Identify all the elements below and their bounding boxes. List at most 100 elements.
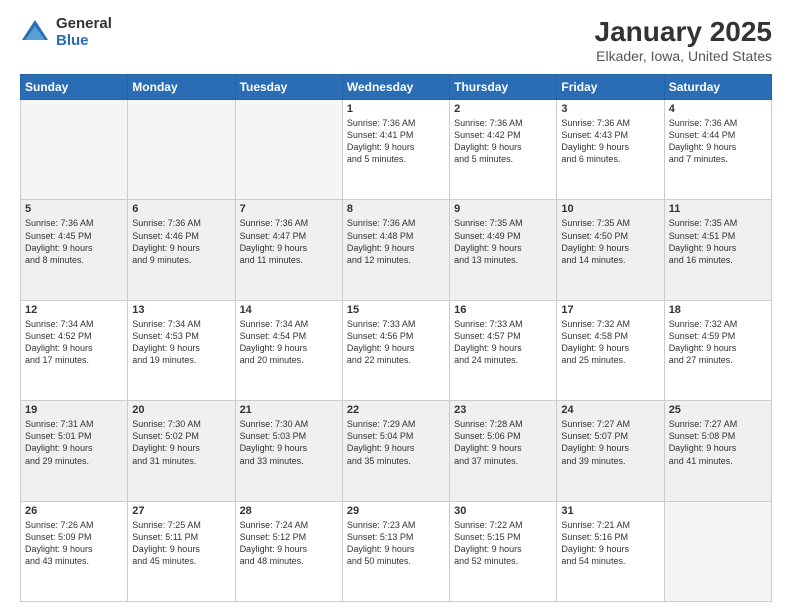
day-number: 29	[347, 505, 445, 517]
day-info: Sunrise: 7:36 AM Sunset: 4:41 PM Dayligh…	[347, 117, 445, 166]
header-saturday: Saturday	[664, 75, 771, 100]
table-row: 1 Sunrise: 7:36 AM Sunset: 4:41 PM Daylig…	[342, 100, 449, 200]
day-info: Sunrise: 7:36 AM Sunset: 4:48 PM Dayligh…	[347, 217, 445, 266]
logo-general: General	[56, 16, 112, 33]
day-info: Sunrise: 7:22 AM Sunset: 5:15 PM Dayligh…	[454, 519, 552, 568]
day-info: Sunrise: 7:23 AM Sunset: 5:13 PM Dayligh…	[347, 519, 445, 568]
header-tuesday: Tuesday	[235, 75, 342, 100]
page-container: General Blue January 2025 Elkader, Iowa,…	[0, 0, 792, 612]
day-number: 4	[669, 103, 767, 115]
day-number: 28	[240, 505, 338, 517]
logo-icon	[20, 18, 50, 48]
day-number: 11	[669, 203, 767, 215]
day-info: Sunrise: 7:26 AM Sunset: 5:09 PM Dayligh…	[25, 519, 123, 568]
day-info: Sunrise: 7:27 AM Sunset: 5:08 PM Dayligh…	[669, 418, 767, 467]
table-row: 22Sunrise: 7:29 AM Sunset: 5:04 PM Dayli…	[342, 401, 449, 501]
day-info: Sunrise: 7:34 AM Sunset: 4:53 PM Dayligh…	[132, 318, 230, 367]
table-row: 30 Sunrise: 7:22 AM Sunset: 5:15 PM Dayli…	[450, 501, 557, 601]
calendar-header-row: Sunday Monday Tuesday Wednesday Thursday…	[21, 75, 772, 100]
table-row: 12Sunrise: 7:34 AM Sunset: 4:52 PM Dayli…	[21, 300, 128, 400]
day-info: Sunrise: 7:28 AM Sunset: 5:06 PM Dayligh…	[454, 418, 552, 467]
day-number: 13	[132, 304, 230, 316]
day-info: Sunrise: 7:36 AM Sunset: 4:43 PM Dayligh…	[561, 117, 659, 166]
day-number: 30	[454, 505, 552, 517]
header-friday: Friday	[557, 75, 664, 100]
day-number: 25	[669, 404, 767, 416]
day-number: 10	[561, 203, 659, 215]
location-subtitle: Elkader, Iowa, United States	[595, 48, 772, 64]
day-info: Sunrise: 7:24 AM Sunset: 5:12 PM Dayligh…	[240, 519, 338, 568]
table-row	[664, 501, 771, 601]
table-row: 28 Sunrise: 7:24 AM Sunset: 5:12 PM Dayli…	[235, 501, 342, 601]
day-info: Sunrise: 7:36 AM Sunset: 4:44 PM Dayligh…	[669, 117, 767, 166]
table-row: 25 Sunrise: 7:27 AM Sunset: 5:08 PM Dayli…	[664, 401, 771, 501]
table-row: 27 Sunrise: 7:25 AM Sunset: 5:11 PM Dayli…	[128, 501, 235, 601]
day-info: Sunrise: 7:35 AM Sunset: 4:50 PM Dayligh…	[561, 217, 659, 266]
table-row: 14Sunrise: 7:34 AM Sunset: 4:54 PM Dayli…	[235, 300, 342, 400]
week-row-5: 26Sunrise: 7:26 AM Sunset: 5:09 PM Dayli…	[21, 501, 772, 601]
day-info: Sunrise: 7:21 AM Sunset: 5:16 PM Dayligh…	[561, 519, 659, 568]
day-info: Sunrise: 7:35 AM Sunset: 4:49 PM Dayligh…	[454, 217, 552, 266]
day-number: 22	[347, 404, 445, 416]
header: General Blue January 2025 Elkader, Iowa,…	[20, 16, 772, 64]
table-row: 4 Sunrise: 7:36 AM Sunset: 4:44 PM Daylig…	[664, 100, 771, 200]
day-number: 19	[25, 404, 123, 416]
day-info: Sunrise: 7:31 AM Sunset: 5:01 PM Dayligh…	[25, 418, 123, 467]
day-info: Sunrise: 7:32 AM Sunset: 4:58 PM Dayligh…	[561, 318, 659, 367]
table-row: 7 Sunrise: 7:36 AM Sunset: 4:47 PM Daylig…	[235, 200, 342, 300]
header-wednesday: Wednesday	[342, 75, 449, 100]
day-info: Sunrise: 7:36 AM Sunset: 4:47 PM Dayligh…	[240, 217, 338, 266]
day-info: Sunrise: 7:34 AM Sunset: 4:52 PM Dayligh…	[25, 318, 123, 367]
table-row: 6 Sunrise: 7:36 AM Sunset: 4:46 PM Daylig…	[128, 200, 235, 300]
table-row: 21Sunrise: 7:30 AM Sunset: 5:03 PM Dayli…	[235, 401, 342, 501]
table-row: 19 Sunrise: 7:31 AM Sunset: 5:01 PM Dayli…	[21, 401, 128, 501]
table-row: 3Sunrise: 7:36 AM Sunset: 4:43 PM Daylig…	[557, 100, 664, 200]
table-row: 15Sunrise: 7:33 AM Sunset: 4:56 PM Dayli…	[342, 300, 449, 400]
day-number: 18	[669, 304, 767, 316]
day-number: 5	[25, 203, 123, 215]
table-row: 24 Sunrise: 7:27 AM Sunset: 5:07 PM Dayli…	[557, 401, 664, 501]
table-row: 5 Sunrise: 7:36 AM Sunset: 4:45 PM Daylig…	[21, 200, 128, 300]
day-info: Sunrise: 7:25 AM Sunset: 5:11 PM Dayligh…	[132, 519, 230, 568]
logo-blue: Blue	[56, 33, 112, 50]
day-number: 24	[561, 404, 659, 416]
day-number: 1	[347, 103, 445, 115]
logo-text: General Blue	[56, 16, 112, 49]
day-number: 8	[347, 203, 445, 215]
day-number: 20	[132, 404, 230, 416]
table-row: 18 Sunrise: 7:32 AM Sunset: 4:59 PM Dayli…	[664, 300, 771, 400]
week-row-1: 1 Sunrise: 7:36 AM Sunset: 4:41 PM Daylig…	[21, 100, 772, 200]
day-number: 23	[454, 404, 552, 416]
day-number: 7	[240, 203, 338, 215]
table-row: 20 Sunrise: 7:30 AM Sunset: 5:02 PM Dayli…	[128, 401, 235, 501]
day-info: Sunrise: 7:36 AM Sunset: 4:45 PM Dayligh…	[25, 217, 123, 266]
day-info: Sunrise: 7:27 AM Sunset: 5:07 PM Dayligh…	[561, 418, 659, 467]
week-row-3: 12Sunrise: 7:34 AM Sunset: 4:52 PM Dayli…	[21, 300, 772, 400]
day-number: 15	[347, 304, 445, 316]
table-row: 17 Sunrise: 7:32 AM Sunset: 4:58 PM Dayli…	[557, 300, 664, 400]
header-sunday: Sunday	[21, 75, 128, 100]
day-number: 6	[132, 203, 230, 215]
day-info: Sunrise: 7:35 AM Sunset: 4:51 PM Dayligh…	[669, 217, 767, 266]
logo: General Blue	[20, 16, 112, 49]
table-row: 13 Sunrise: 7:34 AM Sunset: 4:53 PM Dayli…	[128, 300, 235, 400]
table-row: 31Sunrise: 7:21 AM Sunset: 5:16 PM Dayli…	[557, 501, 664, 601]
table-row: 23 Sunrise: 7:28 AM Sunset: 5:06 PM Dayli…	[450, 401, 557, 501]
month-year-title: January 2025	[595, 16, 772, 48]
table-row	[128, 100, 235, 200]
week-row-4: 19 Sunrise: 7:31 AM Sunset: 5:01 PM Dayli…	[21, 401, 772, 501]
header-thursday: Thursday	[450, 75, 557, 100]
day-number: 27	[132, 505, 230, 517]
day-info: Sunrise: 7:30 AM Sunset: 5:02 PM Dayligh…	[132, 418, 230, 467]
day-info: Sunrise: 7:36 AM Sunset: 4:46 PM Dayligh…	[132, 217, 230, 266]
week-row-2: 5 Sunrise: 7:36 AM Sunset: 4:45 PM Daylig…	[21, 200, 772, 300]
table-row: 29 Sunrise: 7:23 AM Sunset: 5:13 PM Dayli…	[342, 501, 449, 601]
day-number: 17	[561, 304, 659, 316]
day-info: Sunrise: 7:30 AM Sunset: 5:03 PM Dayligh…	[240, 418, 338, 467]
day-info: Sunrise: 7:32 AM Sunset: 4:59 PM Dayligh…	[669, 318, 767, 367]
table-row: 2Sunrise: 7:36 AM Sunset: 4:42 PM Daylig…	[450, 100, 557, 200]
title-block: January 2025 Elkader, Iowa, United State…	[595, 16, 772, 64]
table-row: 16Sunrise: 7:33 AM Sunset: 4:57 PM Dayli…	[450, 300, 557, 400]
table-row: 11 Sunrise: 7:35 AM Sunset: 4:51 PM Dayli…	[664, 200, 771, 300]
table-row: 8 Sunrise: 7:36 AM Sunset: 4:48 PM Daylig…	[342, 200, 449, 300]
